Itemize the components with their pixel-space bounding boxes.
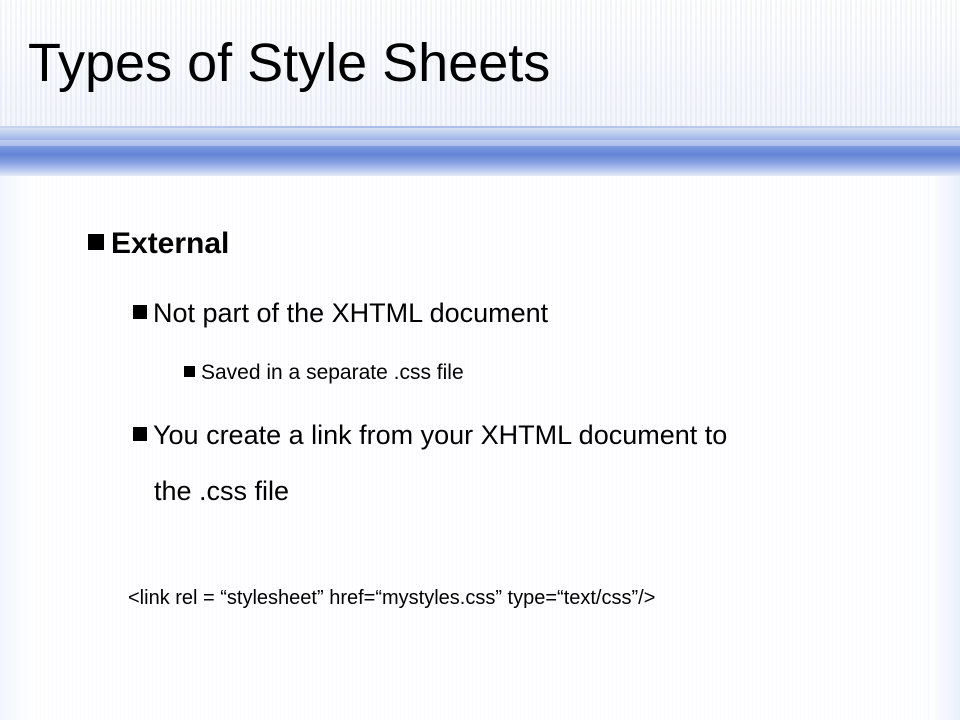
square-bullet-icon [133,304,147,319]
bullet-external-text: External [111,227,230,260]
slide: Types of Style Sheets External Not part … [0,0,960,720]
bullet-saved-separate-text: Saved in a separate .css file [201,361,464,384]
square-bullet-icon [88,234,104,251]
bullet-create-link-text: You create a link from your XHTML docume… [153,420,728,450]
square-bullet-icon [133,426,147,441]
title-band [0,128,960,176]
left-edge-decoration [0,176,34,720]
bullet-saved-separate: Saved in a separate .css file [184,360,464,386]
right-edge-decoration [930,176,960,720]
bullet-not-part-text: Not part of the XHTML document [153,298,549,328]
square-bullet-icon [184,365,195,377]
bullet-create-link-continuation: the .css file [154,476,290,506]
bullet-not-part: Not part of the XHTML document [133,296,548,330]
bullet-create-link: You create a link from your XHTML docume… [133,418,727,452]
title-band-shine [0,140,960,146]
bullet-external: External [88,226,229,262]
slide-title: Types of Style Sheets [28,33,551,93]
code-example: <link rel = “stylesheet” href=“mystyles.… [128,587,656,609]
